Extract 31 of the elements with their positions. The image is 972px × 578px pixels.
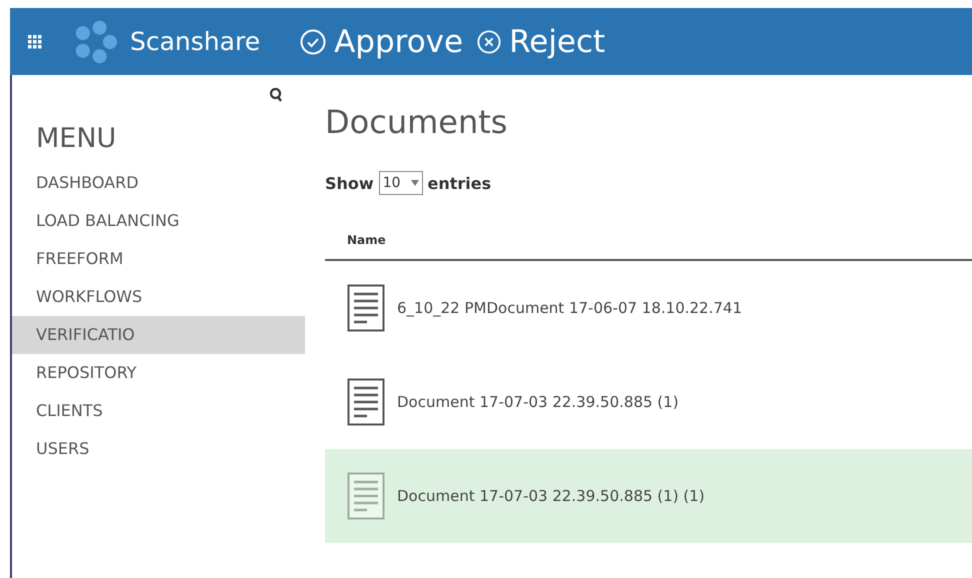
document-name: Document 17-07-03 22.39.50.885 (1) [397,393,679,411]
brand-name: Scanshare [130,27,260,56]
menu-item[interactable]: USERS [12,430,305,468]
document-row[interactable]: 6_10_22 PMDocument 17-06-07 18.10.22.741 [325,261,972,355]
app-grid-icon[interactable] [28,34,42,48]
menu-item[interactable]: DASHBOARD [12,164,305,202]
menu-item[interactable]: REPOSITORY [12,354,305,392]
document-icon [347,378,385,426]
entries-label: entries [428,174,492,192]
column-header: Name [325,195,972,261]
document-row[interactable]: Document 17-07-03 22.39.50.885 (1) [325,355,972,449]
menu-item[interactable]: WORKFLOWS [12,278,305,316]
document-name: Document 17-07-03 22.39.50.885 (1) (1) [397,487,705,505]
show-label: Show [325,174,374,192]
document-name: 6_10_22 PMDocument 17-06-07 18.10.22.741 [397,299,742,317]
reject-button[interactable]: Reject [477,24,606,60]
document-row[interactable]: Document 17-07-03 22.39.50.885 (1) (1) [325,449,972,543]
page-title: Documents [325,103,508,141]
close-circle-icon [477,30,502,54]
approve-button[interactable]: Approve [300,24,464,60]
menu-item[interactable]: FREEFORM [12,240,305,278]
search-icon[interactable] [269,87,283,103]
menu-title: MENU [35,123,118,154]
caret-icon [410,180,419,186]
document-icon [347,284,385,332]
page-size-select[interactable]: 10 [378,171,423,195]
menu-item[interactable]: CLIENTS [12,392,305,430]
check-circle-icon [300,28,326,54]
menu-item[interactable]: LOAD BALANCING [12,202,305,240]
menu-item[interactable]: VERIFICATIO [12,316,305,354]
document-icon [347,472,385,520]
